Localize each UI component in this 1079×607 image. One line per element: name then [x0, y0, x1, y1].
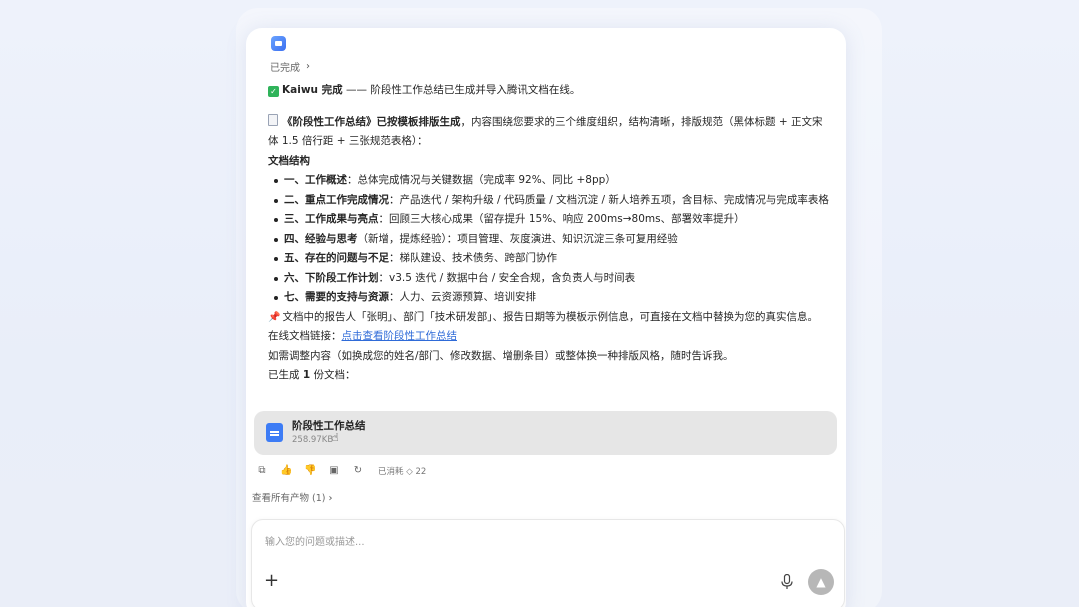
thumbs-up-icon[interactable]: 👍 — [280, 465, 292, 477]
agent-avatar-icon — [271, 36, 286, 51]
add-attachment-button[interactable]: + — [264, 572, 279, 590]
chat-panel: 已完成 › ✓ Kaiwu 完成 —— 阶段性工作总结已生成并导入腾讯文档在线。 … — [246, 28, 846, 607]
credits-consumed: 已消耗 ◇ 22 — [378, 467, 427, 477]
list-item: 一、工作概述：总体完成情况与关键数据（完成率 92%、同比 +8pp） — [274, 171, 828, 191]
save-icon[interactable]: ▣ — [328, 465, 340, 477]
message-actions: ⧉ 👍 👎 ▣ ↻ 已消耗 ◇ 22 — [256, 464, 426, 478]
send-button[interactable]: ▲ — [808, 569, 834, 595]
copy-icon[interactable]: ⧉ — [256, 465, 268, 477]
headline-bold: Kaiwu 完成 — [282, 84, 343, 96]
online-doc-link[interactable]: 点击查看阶段性工作总结 — [342, 330, 458, 342]
structure-heading: 文档结构 — [268, 154, 310, 167]
headline: ✓ Kaiwu 完成 —— 阶段性工作总结已生成并导入腾讯文档在线。 — [268, 81, 828, 101]
adjust-hint: 如需调整内容（如换成您的姓名/部门、修改数据、增删条目）或整体换一种排版风格，随… — [268, 349, 734, 362]
list-item: 六、下阶段工作计划：v3.5 迭代 / 数据中台 / 安全合规，含负责人与时间表 — [274, 269, 828, 289]
intro-bold: 《阶段性工作总结》已按模板排版生成 — [282, 115, 461, 128]
hand-cursor-icon: ☝ — [332, 431, 339, 444]
pin-icon: 📌 — [268, 311, 281, 323]
view-all-artifacts-link[interactable]: 查看所有产物 (1) › — [252, 490, 333, 504]
generated-count-row: 已生成 1 份文档： — [268, 369, 356, 381]
thumbs-down-icon[interactable]: 👎 — [304, 465, 316, 477]
link-label: 在线文档链接： — [268, 330, 342, 342]
task-status-label: 已完成 — [270, 63, 300, 74]
list-item: 七、需要的支持与资源：人力、云资源预算、培训安排 — [274, 288, 828, 308]
intro-text-1: ，内容围绕您要求的三个维度组织，结构清晰，排版规范（黑体标题 + 正文宋 — [460, 115, 823, 128]
intro-continued: 体 1.5 倍行距 + 三张规范表格）： — [268, 135, 428, 147]
document-icon — [268, 113, 278, 126]
chevron-right-icon: › — [328, 493, 333, 504]
document-name: 阶段性工作总结 — [292, 420, 366, 432]
list-item: 四、经验与思考（新增，提炼经验）：项目管理、灰度演进、知识沉淀三条可复用经验 — [274, 230, 828, 250]
template-note: 📌 文档中的报告人「张明」、部门「技术研发部」、报告日期等为模板示例信息，可直接在… — [268, 310, 818, 323]
online-doc-link-row: 在线文档链接：点击查看阶段性工作总结 — [268, 327, 828, 347]
list-item: 五、存在的问题与不足：梯队建设、技术债务、跨部门协作 — [274, 249, 828, 269]
document-card[interactable]: 阶段性工作总结 258.97KB ☝ — [254, 411, 837, 455]
intro: 《阶段性工作总结》已按模板排版生成，内容围绕您要求的三个维度组织，结构清晰，排版… — [268, 113, 828, 133]
list-item: 三、工作成果与亮点：回顾三大核心成果（留存提升 15%、响应 200ms→80m… — [274, 210, 828, 230]
task-status-toggle[interactable]: 已完成 › — [270, 59, 310, 74]
document-size: 258.97KB — [292, 435, 334, 445]
message-input[interactable]: 输入您的问题或描述... — [265, 533, 365, 548]
assistant-message: ✓ Kaiwu 完成 —— 阶段性工作总结已生成并导入腾讯文档在线。 《阶段性工作… — [268, 81, 829, 386]
outline-list: 一、工作概述：总体完成情况与关键数据（完成率 92%、同比 +8pp） 二、重点… — [268, 171, 829, 308]
doc-file-icon — [266, 423, 283, 442]
list-item: 二、重点工作完成情况：产品迭代 / 架构升级 / 代码质量 / 文档沉淀 / 新… — [274, 191, 829, 211]
check-icon: ✓ — [268, 86, 279, 97]
headline-text: —— 阶段性工作总结已生成并导入腾讯文档在线。 — [342, 84, 581, 96]
message-composer: 输入您的问题或描述... + ▲ — [251, 519, 845, 607]
microphone-icon[interactable] — [781, 574, 793, 590]
chevron-right-icon: › — [306, 61, 310, 72]
regenerate-icon[interactable]: ↻ — [352, 465, 364, 477]
